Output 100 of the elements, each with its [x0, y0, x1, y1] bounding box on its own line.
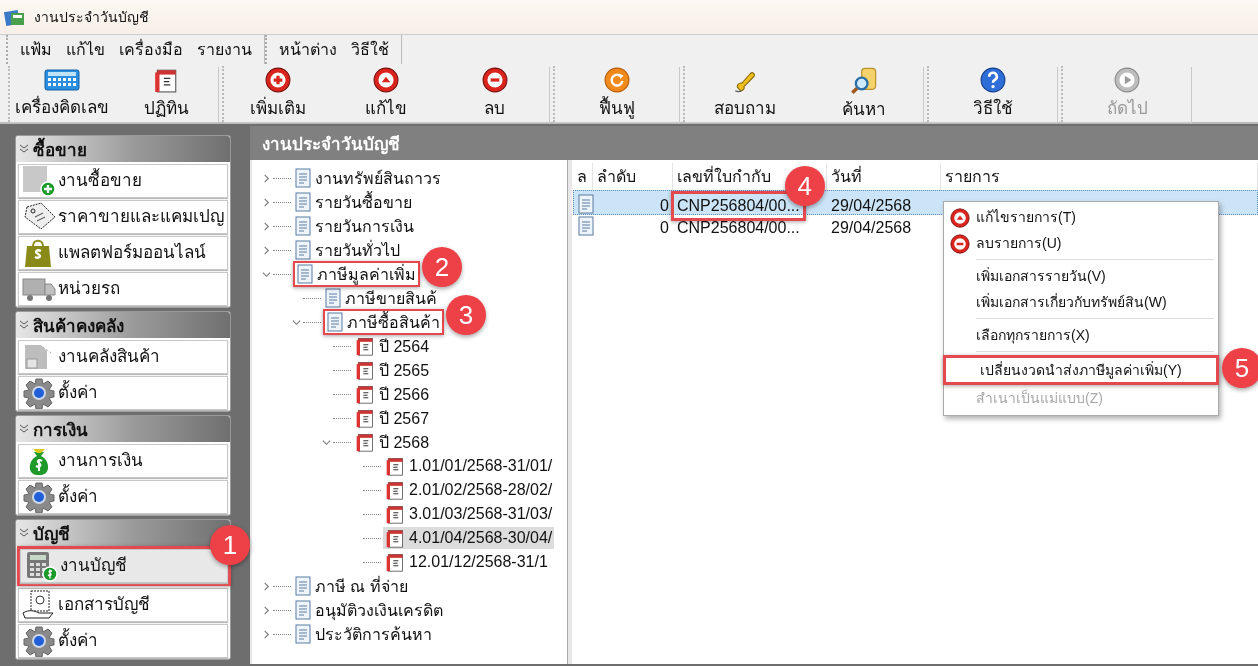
toolbar-button[interactable]: ปฏิทิน — [114, 66, 218, 122]
menu-item[interactable]: หน้าต่าง — [279, 37, 337, 62]
step-badge: 5 — [1222, 348, 1258, 388]
toolbar-button[interactable]: ค้นหา — [804, 66, 923, 122]
settings-icon — [21, 377, 57, 409]
chevron-icon[interactable] — [322, 437, 331, 447]
sidebar-item[interactable]: ตั้งค่า — [18, 480, 228, 514]
menu-item[interactable]: เพิ่มเอกสารรายวัน(V) — [946, 263, 1216, 289]
menu-item[interactable]: เพิ่มเอกสารเกี่ยวกับทรัพย์สิน(W) — [946, 289, 1216, 315]
menu-item[interactable]: แก้ไข — [66, 37, 105, 62]
menu-item[interactable]: แฟ้ม — [20, 37, 52, 62]
menu-item[interactable]: รายงาน — [197, 37, 252, 62]
chevron-icon[interactable] — [262, 269, 271, 279]
toolbar-button[interactable]: เครื่องคิดเลข — [10, 66, 114, 122]
tree-item[interactable]: 4.01/04/2568-30/04/ — [383, 527, 555, 549]
panel-title: งานประจำวันบัญชี — [250, 126, 1258, 160]
chevron-icon[interactable] — [262, 581, 271, 591]
tree-item[interactable]: ปี 2564 — [353, 335, 432, 357]
document-icon — [325, 288, 341, 308]
tree-item[interactable]: 2.01/02/2568-28/02/ — [383, 479, 555, 501]
document-plus-icon — [21, 165, 57, 197]
calendar-icon — [355, 432, 375, 452]
toolbar-button[interactable]: แก้ไข — [332, 66, 441, 122]
help-icon — [980, 67, 1006, 93]
tree-item[interactable]: ภาษีซื้อสินค้า — [325, 311, 442, 333]
sidebar-item[interactable]: ตั้งค่า — [18, 376, 228, 410]
sidebar-item[interactable]: เอกสารบัญชี — [18, 588, 228, 622]
calendar-icon — [385, 456, 405, 476]
toolbar-button[interactable]: ฟื้นฟู — [555, 66, 679, 122]
chevron-icon[interactable] — [262, 173, 271, 183]
calendar-icon — [385, 480, 405, 500]
menu-item[interactable]: เครื่องมือ — [119, 37, 183, 62]
sidebar-item[interactable]: งานการเงิน — [18, 444, 228, 478]
document-icon — [21, 589, 57, 621]
tree-item[interactable]: รายวันทั่วไป — [293, 239, 402, 261]
table-cell-text: CNP256804/00... — [676, 219, 801, 237]
tree-item[interactable]: 12.01/12/2568-31/1 — [383, 551, 550, 573]
sidebar-item[interactable]: งานคลังสินค้า — [18, 340, 228, 374]
tree-item[interactable]: ภาษีขายสินค้ — [323, 287, 439, 309]
section-header[interactable]: สินค้าคงคลัง — [16, 312, 230, 338]
tree-item[interactable]: รายวันซื้อขาย — [293, 191, 414, 213]
calendar-icon — [385, 528, 405, 548]
toolbar-button[interactable]: วิธีใช้ — [929, 66, 1057, 122]
sidebar-item[interactable]: ราคาขายและแคมเปญ — [18, 200, 228, 234]
tree-item[interactable]: งานทรัพย์สินถาวร — [293, 167, 443, 189]
menu-item[interactable]: วิธีใช้ — [351, 37, 389, 62]
document-icon — [295, 168, 311, 188]
tree-item[interactable]: ปี 2568 — [353, 431, 432, 453]
toolbar-button[interactable]: เพิ่มเติม — [224, 66, 333, 122]
table-cell-text: 0 — [659, 219, 670, 237]
sidebar-item[interactable]: แพลตฟอร์มออนไลน์ — [18, 236, 228, 270]
menu-item[interactable]: เปลี่ยนงวดนำส่งภาษีมูลค่าเพิ่ม(Y) — [949, 357, 1213, 383]
tree-item[interactable]: ปี 2566 — [353, 383, 432, 405]
step-badge: 3 — [446, 295, 486, 335]
sidebar-item[interactable]: งานซื้อขาย — [18, 164, 228, 198]
document-icon — [295, 216, 311, 236]
calendar-icon — [355, 384, 375, 404]
tree-item[interactable]: 3.01/03/2568-31/03/ — [383, 503, 555, 525]
toolbar-button[interactable]: สอบถาม — [685, 66, 804, 122]
add-icon — [265, 67, 292, 93]
double-chevron-icon — [19, 424, 29, 434]
minus-icon — [481, 67, 508, 93]
window-title: งานประจำวันบัญชี — [34, 8, 149, 27]
tree-item[interactable]: ภาษี ณ ที่จ่าย — [293, 575, 410, 597]
table-cell-text: 29/04/2568 — [830, 219, 913, 237]
tree-item[interactable]: 1.01/01/2568-31/01/ — [383, 455, 555, 477]
document-icon — [578, 194, 594, 214]
calendar-icon — [385, 552, 405, 572]
tree-item[interactable]: ภาษีมูลค่าเพิ่ม — [295, 263, 418, 285]
chevron-icon[interactable] — [262, 221, 271, 231]
chevron-icon[interactable] — [262, 197, 271, 207]
step-badge: 2 — [422, 247, 462, 287]
double-chevron-icon — [19, 528, 29, 538]
chevron-icon[interactable] — [262, 629, 271, 639]
tree-item[interactable]: รายวันการเงิน — [293, 215, 416, 237]
tree-item[interactable]: ปี 2565 — [353, 359, 432, 381]
document-icon — [295, 624, 311, 644]
menu-item[interactable]: ลบรายการ(U) — [946, 230, 1216, 256]
calendar-icon — [355, 336, 375, 356]
tree-item[interactable]: ปี 2567 — [353, 407, 432, 429]
calendar-icon — [355, 408, 375, 428]
chevron-icon[interactable] — [262, 245, 271, 255]
sidebar-item[interactable]: หน่วยรถ — [18, 272, 228, 306]
document-icon — [295, 600, 311, 620]
chevron-icon[interactable] — [292, 317, 301, 327]
sidebar-item[interactable]: ตั้งค่า — [18, 624, 228, 658]
document-icon — [578, 216, 594, 236]
minus-icon — [950, 234, 970, 254]
settings-icon — [21, 481, 57, 513]
document-icon — [327, 312, 343, 332]
section-header[interactable]: การเงิน — [16, 416, 230, 442]
toolbar-button[interactable]: ลบ — [440, 66, 549, 122]
section-header[interactable]: ซื้อขาย — [16, 136, 230, 162]
tree-item[interactable]: อนุมัติวงเงินเครดิต — [293, 599, 445, 621]
calculator-icon — [44, 68, 80, 92]
menu-item[interactable]: เลือกทุกรายการ(X) — [946, 322, 1216, 348]
chevron-icon[interactable] — [262, 605, 271, 615]
search-icon — [849, 66, 878, 94]
document-icon — [295, 576, 311, 596]
tree-item[interactable]: ประวัติการค้นหา — [293, 623, 434, 645]
